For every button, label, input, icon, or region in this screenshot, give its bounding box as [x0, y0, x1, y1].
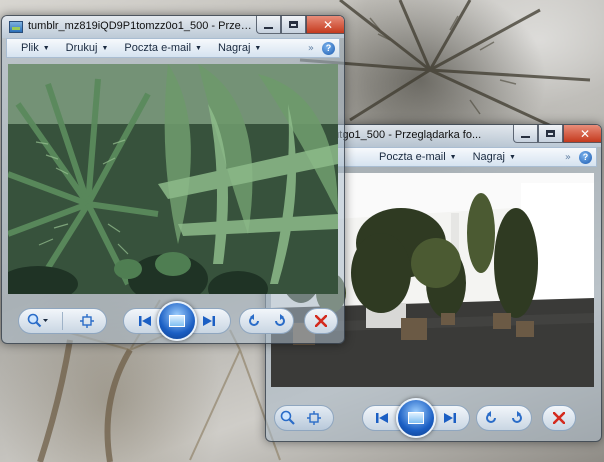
chevron-down-icon: ▼: [449, 153, 457, 161]
slideshow-button[interactable]: [156, 301, 197, 341]
chevron-down-icon: ▼: [42, 44, 50, 52]
slideshow-icon: [168, 315, 185, 327]
zoom-button[interactable]: [275, 406, 301, 430]
menu-bar: Plik ▼ Drukuj ▼ Poczta e-mail ▼ Nagraj ▼ » ?: [6, 38, 340, 58]
rotate-left-button[interactable]: [478, 406, 504, 430]
previous-icon: [138, 316, 151, 326]
menu-burn[interactable]: Nagraj ▼: [465, 151, 524, 163]
next-button[interactable]: [437, 406, 463, 430]
rotate-right-button[interactable]: [504, 406, 530, 430]
chevron-down-icon: ▼: [508, 153, 516, 161]
viewer-toolbar: [274, 398, 596, 438]
rotate-cw-icon: [512, 411, 522, 423]
delete-button[interactable]: [308, 309, 334, 333]
maximize-button[interactable]: [281, 16, 306, 34]
menu-file[interactable]: Plik ▼: [7, 42, 58, 54]
rotate-cw-icon: [274, 314, 285, 326]
help-icon[interactable]: ?: [579, 150, 592, 164]
window-title: tumblr_mz819iQD9P1tomzz0o1_500 - Przeglą…: [28, 20, 254, 32]
chevron-down-icon: ▼: [254, 44, 262, 52]
rotate-right-button[interactable]: [267, 309, 293, 333]
photo-viewer-window-front[interactable]: tumblr_mz819iQD9P1tomzz0o1_500 - Przeglą…: [1, 15, 345, 344]
next-icon: [203, 316, 216, 326]
chevron-down-icon: ▼: [195, 44, 202, 52]
photo-tropical-leaves: [8, 64, 338, 294]
actual-size-icon: [80, 314, 95, 328]
minimize-button[interactable]: [513, 125, 538, 143]
delete-icon: [315, 315, 328, 327]
delete-button[interactable]: [546, 406, 572, 430]
viewer-toolbar: [18, 301, 338, 341]
maximize-icon: [546, 130, 555, 137]
magnifier-icon: [27, 313, 48, 328]
previous-button[interactable]: [369, 406, 395, 430]
close-button[interactable]: ✕: [563, 125, 601, 143]
fit-button[interactable]: [74, 309, 100, 333]
maximize-button[interactable]: [538, 125, 563, 143]
slideshow-icon: [408, 412, 424, 424]
slideshow-button[interactable]: [396, 398, 436, 438]
photo-viewer-icon: [9, 21, 23, 33]
overflow-chevron-icon[interactable]: »: [308, 43, 314, 54]
previous-icon: [376, 413, 388, 423]
delete-icon: [553, 412, 565, 424]
image-view[interactable]: [8, 64, 338, 294]
actual-size-icon: [307, 411, 321, 425]
minimize-button[interactable]: [256, 16, 281, 34]
close-icon: ✕: [322, 17, 334, 32]
next-button[interactable]: [196, 309, 222, 333]
previous-button[interactable]: [132, 309, 158, 333]
minimize-icon: [521, 135, 530, 138]
zoom-button[interactable]: [25, 309, 51, 333]
close-button[interactable]: ✕: [306, 16, 344, 34]
magnifier-icon: [280, 410, 295, 425]
minimize-icon: [264, 26, 273, 29]
menu-print[interactable]: Drukuj ▼: [58, 42, 117, 54]
help-icon[interactable]: ?: [322, 41, 335, 55]
rotate-ccw-icon: [486, 411, 496, 423]
next-icon: [444, 413, 456, 423]
fit-button[interactable]: [301, 406, 327, 430]
chevron-down-icon: ▼: [101, 44, 109, 52]
overflow-chevron-icon[interactable]: »: [565, 152, 571, 163]
rotate-left-button[interactable]: [241, 309, 267, 333]
rotate-ccw-icon: [248, 314, 259, 326]
title-bar[interactable]: tumblr_mz819iQD9P1tomzz0o1_500 - Przeglą…: [2, 16, 344, 38]
maximize-icon: [289, 21, 298, 28]
menu-email[interactable]: Poczta e-mail ▼: [116, 42, 210, 54]
close-icon: ✕: [579, 126, 591, 141]
menu-burn[interactable]: Nagraj ▼: [210, 42, 269, 54]
